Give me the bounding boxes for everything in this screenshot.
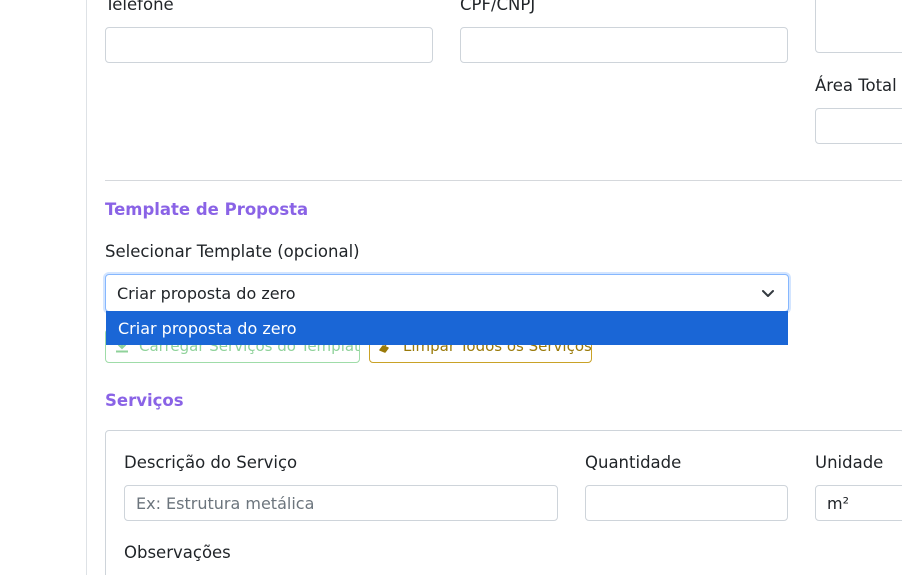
- sidebar-edge: [0, 0, 87, 575]
- phone-field[interactable]: [105, 27, 433, 63]
- service-description-label: Descrição do Serviço: [124, 453, 298, 472]
- template-select[interactable]: Criar proposta do zero: [105, 274, 789, 312]
- area-label: Área Total: [815, 76, 897, 95]
- quantity-label: Quantidade: [585, 453, 682, 472]
- section-divider: [105, 180, 902, 181]
- template-section-title: Template de Proposta: [105, 200, 309, 219]
- template-select-value: Criar proposta do zero: [117, 283, 296, 303]
- service-description-field[interactable]: [124, 485, 558, 521]
- quantity-field[interactable]: [585, 485, 788, 521]
- template-dropdown-list: Criar proposta do zero: [106, 311, 788, 345]
- address-textarea[interactable]: [815, 0, 902, 53]
- template-option-from-scratch[interactable]: Criar proposta do zero: [106, 311, 788, 345]
- services-section-title: Serviços: [105, 391, 184, 410]
- notes-label: Observações: [124, 543, 231, 562]
- cpf-label: CPF/CNPJ: [460, 0, 536, 14]
- phone-label: Telefone: [105, 0, 174, 14]
- chevron-down-icon: [762, 290, 774, 297]
- unit-label: Unidade: [815, 453, 884, 472]
- area-field[interactable]: [815, 108, 902, 144]
- cpf-field[interactable]: [460, 27, 788, 63]
- unit-field[interactable]: [815, 485, 902, 521]
- template-select-label: Selecionar Template (opcional): [105, 242, 360, 261]
